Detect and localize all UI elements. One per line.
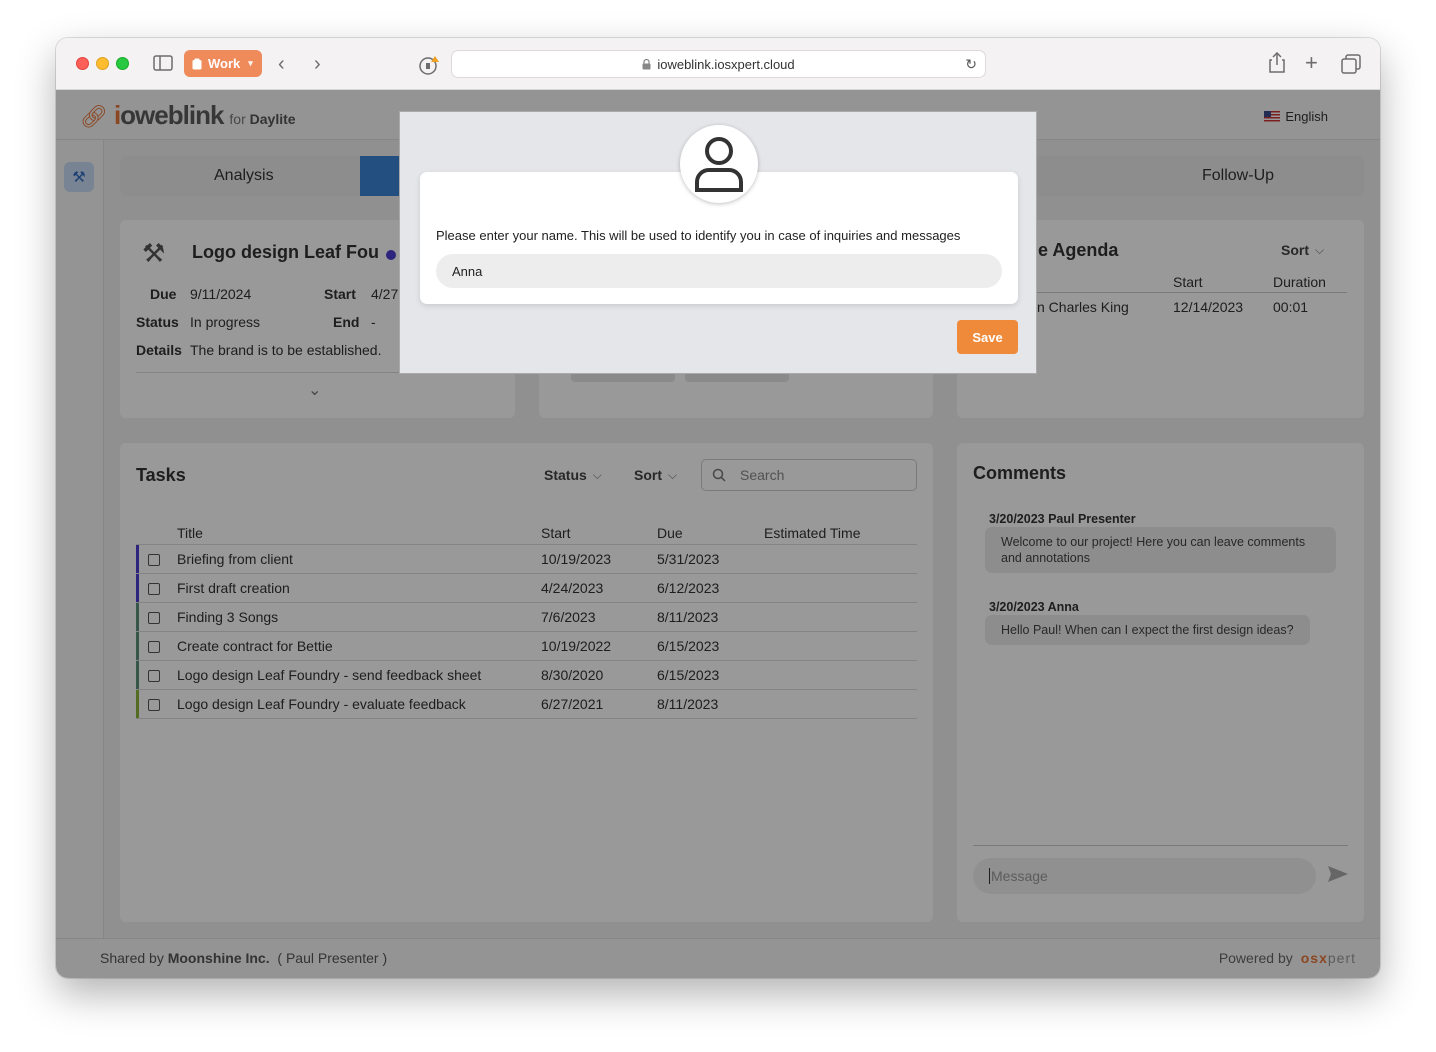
address-bar[interactable]: ioweblink.iosxpert.cloud ↻	[451, 50, 986, 78]
save-button[interactable]: Save	[957, 320, 1018, 354]
name-input-value: Anna	[452, 263, 483, 279]
reload-icon[interactable]: ↻	[965, 56, 977, 73]
privacy-report-icon[interactable]	[418, 54, 440, 79]
tab-overview-icon[interactable]	[1341, 54, 1361, 77]
tab-group-label: Work	[208, 56, 241, 71]
browser-toolbar: Work ▾ ‹ › ioweblink.iosxpert.cloud ↻ +	[56, 38, 1380, 90]
user-icon	[695, 137, 743, 192]
user-avatar	[680, 125, 758, 203]
lock-icon	[642, 58, 651, 69]
tab-group-icon	[192, 58, 202, 69]
zoom-window-button[interactable]	[116, 57, 129, 70]
url-text: ioweblink.iosxpert.cloud	[657, 56, 795, 72]
name-dialog: Please enter your name. This will be use…	[399, 111, 1037, 374]
name-prompt: Please enter your name. This will be use…	[436, 228, 961, 243]
forward-icon[interactable]: ›	[314, 54, 321, 74]
chevron-down-icon: ▾	[248, 58, 253, 68]
sidebar-toggle-icon[interactable]	[153, 55, 173, 74]
name-input[interactable]: Anna	[436, 254, 1002, 288]
new-tab-icon[interactable]: +	[1305, 52, 1318, 74]
close-window-button[interactable]	[76, 57, 89, 70]
minimize-window-button[interactable]	[96, 57, 109, 70]
tab-group-work-button[interactable]: Work ▾	[184, 50, 262, 77]
back-icon[interactable]: ‹	[278, 54, 285, 74]
share-icon[interactable]	[1268, 51, 1286, 77]
